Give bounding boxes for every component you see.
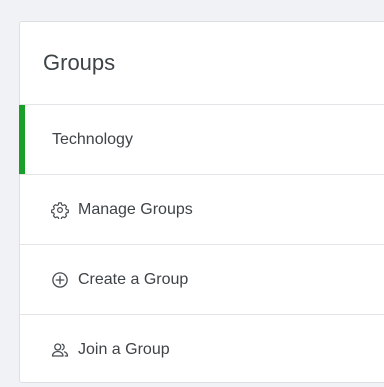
groups-panel: Groups Technology Manage Groups Create a… (19, 21, 384, 383)
group-item-technology[interactable]: Technology (19, 105, 384, 175)
active-indicator (19, 105, 25, 174)
join-group-label: Join a Group (78, 341, 170, 358)
panel-title: Groups (43, 50, 116, 75)
gear-icon (51, 201, 69, 219)
create-group-link[interactable]: Create a Group (20, 245, 384, 315)
manage-groups-link[interactable]: Manage Groups (20, 175, 384, 245)
users-icon (51, 341, 69, 359)
group-item-label: Technology (52, 130, 133, 148)
join-group-link[interactable]: Join a Group (20, 315, 384, 385)
manage-groups-label: Manage Groups (78, 200, 193, 218)
plus-circle-icon (51, 271, 69, 289)
create-group-label: Create a Group (78, 270, 189, 288)
panel-header: Groups (20, 22, 384, 105)
